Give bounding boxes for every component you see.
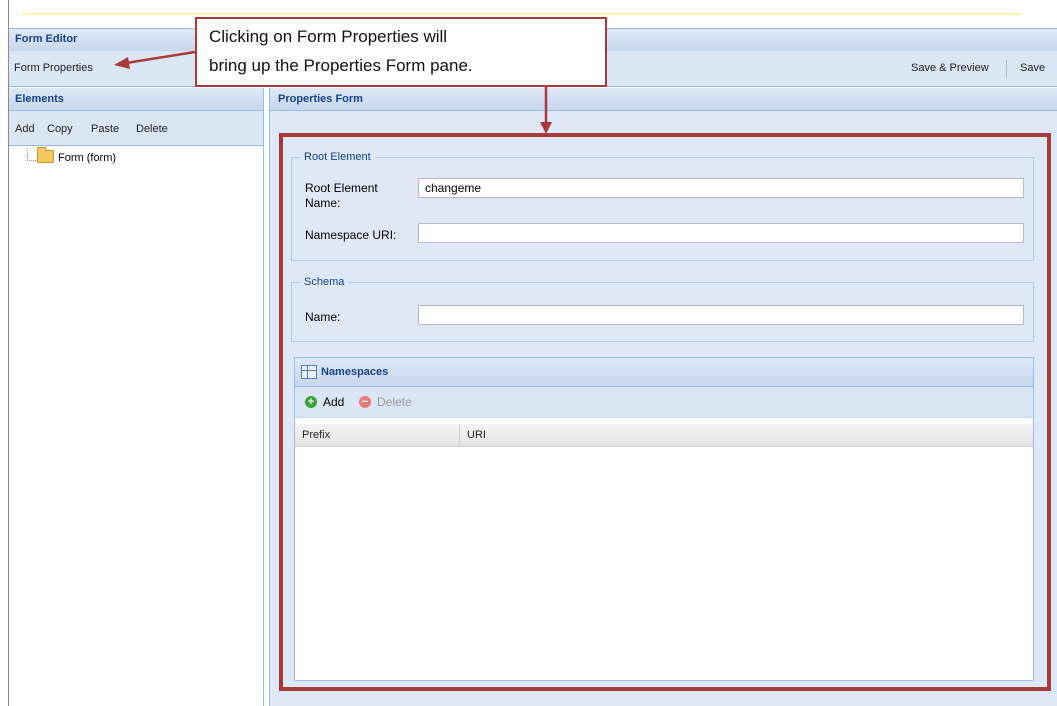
annotation-arrows xyxy=(114,50,552,134)
arrow-to-form-properties xyxy=(125,50,196,65)
arrowhead-down xyxy=(540,122,552,134)
arrowhead-left xyxy=(114,57,130,69)
